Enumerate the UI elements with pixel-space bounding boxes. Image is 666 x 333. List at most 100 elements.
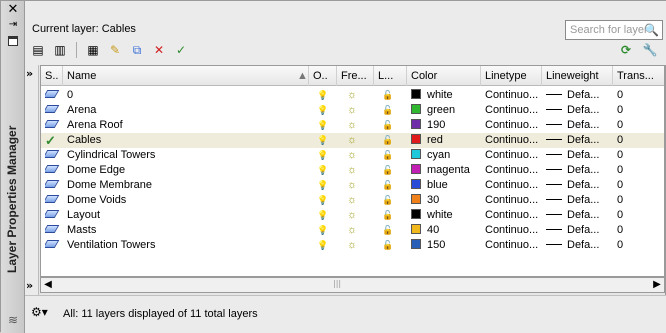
table-row[interactable]: Arena 💡 ☼ 🔓 green Continuo... Defa... 0 (41, 103, 664, 118)
on-off-bulb-icon[interactable]: 💡 (317, 148, 331, 163)
properties-icon[interactable] (6, 35, 20, 47)
refresh-icon[interactable]: ⟳ (617, 41, 635, 59)
unlock-icon[interactable]: 🔓 (382, 163, 396, 178)
expand-filter-icon[interactable]: » (26, 67, 33, 80)
layer-color[interactable]: cyan (411, 148, 481, 163)
layer-color[interactable]: white (411, 208, 481, 223)
palette-grip-icon[interactable]: ≋ (5, 313, 21, 329)
layer-color[interactable]: 40 (411, 223, 481, 238)
layer-name[interactable]: Dome Edge (67, 163, 307, 178)
layer-linetype[interactable]: Continuo... (485, 208, 542, 223)
layer-transparency[interactable]: 0 (617, 163, 662, 178)
layer-name[interactable]: Ventilation Towers (67, 238, 307, 253)
layer-transparency[interactable]: 0 (617, 238, 662, 253)
layer-name[interactable]: Cables (67, 133, 307, 148)
unlock-icon[interactable]: 🔓 (382, 103, 396, 118)
on-off-bulb-icon[interactable]: 💡 (317, 88, 331, 103)
delete-layer-icon[interactable]: ✕ (150, 41, 168, 59)
new-layer-vp-frozen-icon[interactable]: ⧉ (128, 41, 146, 59)
on-off-bulb-icon[interactable]: 💡 (317, 118, 331, 133)
layer-status-icon[interactable] (45, 238, 63, 253)
layer-transparency[interactable]: 0 (617, 193, 662, 208)
freeze-sun-icon[interactable]: ☼ (347, 133, 361, 148)
layer-name[interactable]: 0 (67, 88, 307, 103)
layer-color[interactable]: magenta (411, 163, 481, 178)
layer-linetype[interactable]: Continuo... (485, 178, 542, 193)
current-layer-icon[interactable]: ✓ (45, 133, 63, 148)
layer-linetype[interactable]: Continuo... (485, 88, 542, 103)
table-row[interactable]: Dome Edge 💡 ☼ 🔓 magenta Continuo... Defa... 0 (41, 163, 664, 178)
freeze-sun-icon[interactable]: ☼ (347, 88, 361, 103)
unlock-icon[interactable]: 🔓 (382, 238, 396, 253)
layer-name[interactable]: Cylindrical Towers (67, 148, 307, 163)
layer-name[interactable]: Layout (67, 208, 307, 223)
layer-status-icon[interactable] (45, 223, 63, 238)
on-off-bulb-icon[interactable]: 💡 (317, 133, 331, 148)
set-current-icon[interactable]: ✓ (172, 41, 190, 59)
unlock-icon[interactable]: 🔓 (382, 118, 396, 133)
freeze-sun-icon[interactable]: ☼ (347, 103, 361, 118)
layer-name[interactable]: Arena Roof (67, 118, 307, 133)
layer-status-icon[interactable] (45, 103, 63, 118)
on-off-bulb-icon[interactable]: 💡 (317, 208, 331, 223)
layer-transparency[interactable]: 0 (617, 208, 662, 223)
unlock-icon[interactable]: 🔓 (382, 193, 396, 208)
horizontal-scrollbar[interactable]: ◀ ||| ▶ (40, 277, 665, 293)
palette-title-bar[interactable]: ✕ ⇥ Layer Properties Manager ≋ (1, 1, 25, 333)
settings-icon[interactable]: 🔧 (641, 41, 659, 59)
unlock-icon[interactable]: 🔓 (382, 88, 396, 103)
layer-status-icon[interactable] (45, 208, 63, 223)
scroll-thumb-grip[interactable]: ||| (333, 279, 341, 288)
table-row[interactable]: Layout 💡 ☼ 🔓 white Continuo... Defa... 0 (41, 208, 664, 223)
on-off-bulb-icon[interactable]: 💡 (317, 178, 331, 193)
search-input[interactable]: Search for layer 🔍 (565, 20, 663, 40)
layer-lineweight[interactable]: Defa... (546, 133, 612, 148)
layer-lineweight[interactable]: Defa... (546, 163, 612, 178)
layer-transparency[interactable]: 0 (617, 223, 662, 238)
layer-transparency[interactable]: 0 (617, 133, 662, 148)
freeze-sun-icon[interactable]: ☼ (347, 238, 361, 253)
layer-transparency[interactable]: 0 (617, 118, 662, 133)
layer-name[interactable]: Dome Membrane (67, 178, 307, 193)
unlock-icon[interactable]: 🔓 (382, 148, 396, 163)
freeze-sun-icon[interactable]: ☼ (347, 148, 361, 163)
new-layer-icon[interactable]: ✎ (106, 41, 124, 59)
layer-status-icon[interactable] (45, 148, 63, 163)
layer-transparency[interactable]: 0 (617, 148, 662, 163)
table-row[interactable]: Dome Voids 💡 ☼ 🔓 30 Continuo... Defa... 0 (41, 193, 664, 208)
layer-lineweight[interactable]: Defa... (546, 238, 612, 253)
freeze-sun-icon[interactable]: ☼ (347, 193, 361, 208)
layer-color[interactable]: 30 (411, 193, 481, 208)
freeze-sun-icon[interactable]: ☼ (347, 163, 361, 178)
layer-lineweight[interactable]: Defa... (546, 103, 612, 118)
layer-lineweight[interactable]: Defa... (546, 193, 612, 208)
column-header-7[interactable]: Lineweight (542, 66, 613, 86)
close-icon[interactable]: ✕ (7, 3, 19, 17)
layer-lineweight[interactable]: Defa... (546, 118, 612, 133)
scroll-left-icon[interactable]: ◀ (41, 278, 55, 292)
table-row[interactable]: Ventilation Towers 💡 ☼ 🔓 150 Continuo... Defa.… (41, 238, 664, 253)
layer-linetype[interactable]: Continuo... (485, 193, 542, 208)
layer-linetype[interactable]: Continuo... (485, 238, 542, 253)
layer-name[interactable]: Dome Voids (67, 193, 307, 208)
table-row[interactable]: Arena Roof 💡 ☼ 🔓 190 Continuo... Defa... 0 (41, 118, 664, 133)
layer-color[interactable]: green (411, 103, 481, 118)
layer-color[interactable]: 190 (411, 118, 481, 133)
column-header-0[interactable]: S.. (41, 66, 63, 86)
filter-tree-pane[interactable]: » » (25, 65, 39, 295)
layer-lineweight[interactable]: Defa... (546, 88, 612, 103)
column-header-8[interactable]: Trans... (613, 66, 664, 86)
autohide-icon[interactable]: ⇥ (6, 19, 20, 31)
table-row[interactable]: Dome Membrane 💡 ☼ 🔓 blue Continuo... Defa... 0 (41, 178, 664, 193)
layer-status-icon[interactable] (45, 163, 63, 178)
layer-status-icon[interactable] (45, 193, 63, 208)
table-row[interactable]: Cylindrical Towers 💡 ☼ 🔓 cyan Continuo... Defa… (41, 148, 664, 163)
freeze-sun-icon[interactable]: ☼ (347, 178, 361, 193)
unlock-icon[interactable]: 🔓 (382, 223, 396, 238)
freeze-sun-icon[interactable]: ☼ (347, 223, 361, 238)
layer-list[interactable]: S.. Name O.. Fre... L... Color Linetype Linewei… (40, 65, 665, 277)
column-header-6[interactable]: Linetype (481, 66, 542, 86)
on-off-bulb-icon[interactable]: 💡 (317, 103, 331, 118)
layer-linetype[interactable]: Continuo... (485, 148, 542, 163)
layer-name[interactable]: Arena (67, 103, 307, 118)
